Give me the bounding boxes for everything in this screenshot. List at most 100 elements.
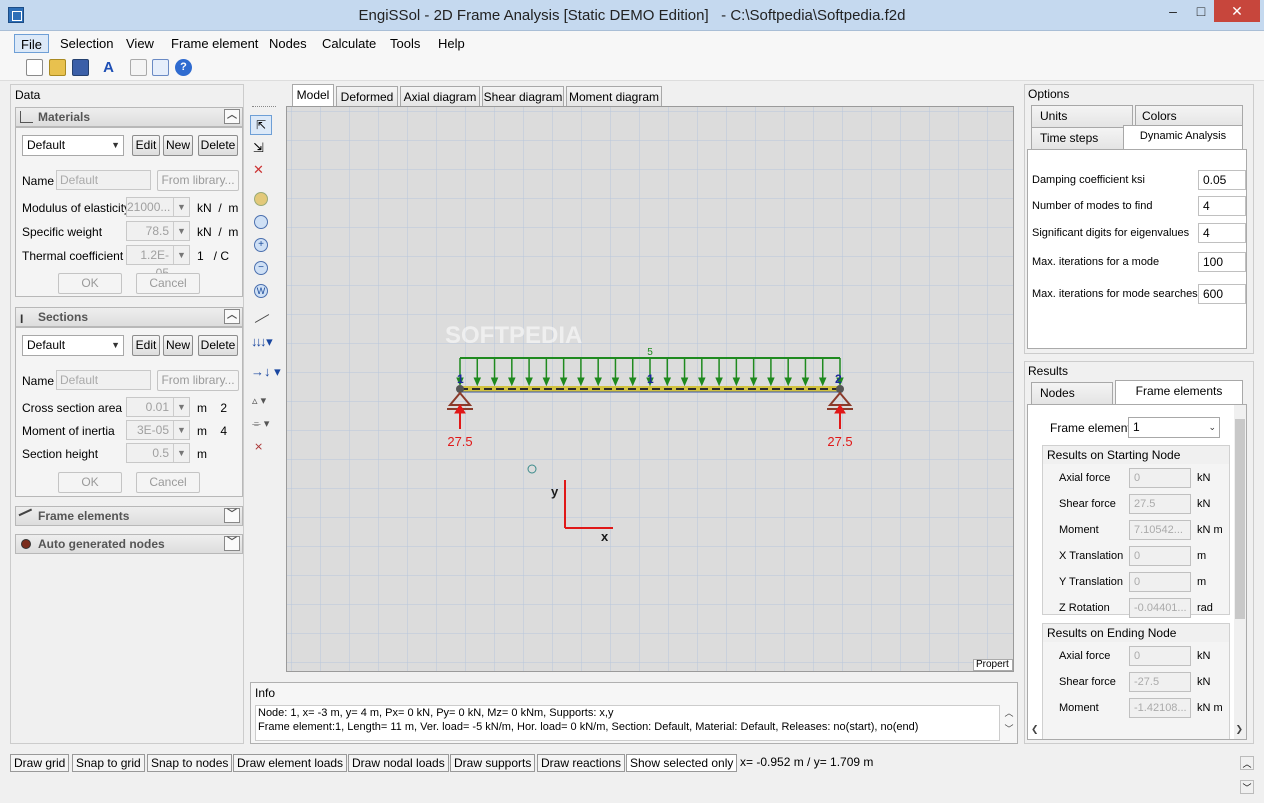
sections-cancel-button[interactable]: Cancel [136, 472, 200, 493]
snap-to-nodes-toggle[interactable]: Snap to nodes [147, 754, 233, 772]
close-button[interactable]: ✕ [1214, 0, 1260, 22]
menu-nodes[interactable]: Nodes [263, 34, 313, 53]
materials-from-library-button[interactable]: From library... [157, 170, 239, 191]
tab-moment-diagram[interactable]: Moment diagram [566, 86, 662, 108]
draw-element-loads-toggle[interactable]: Draw element loads [233, 754, 348, 772]
chart-icon[interactable] [130, 59, 147, 76]
area-field[interactable]: 0.01 ▼ [126, 397, 190, 417]
sections-combo[interactable]: Default ▼ [22, 335, 124, 356]
tab-deformed[interactable]: Deformed [336, 86, 398, 108]
result-value-field[interactable]: 27.5 [1129, 494, 1191, 514]
draw-element-icon[interactable] [254, 314, 270, 323]
draw-reactions-toggle[interactable]: Draw reactions [537, 754, 626, 772]
properties-tab[interactable]: Propert [973, 659, 1013, 671]
materials-combo[interactable]: Default ▼ [22, 135, 124, 156]
sections-new-button[interactable]: New [163, 335, 193, 356]
delete-selection-icon[interactable]: ✕ [253, 162, 264, 178]
minimize-button[interactable]: – [1158, 0, 1188, 22]
support-icon[interactable]: ▵ ▾ [252, 394, 266, 407]
frame-element-combo[interactable]: 1 ⌄ [1128, 417, 1220, 438]
nodal-load-icon[interactable]: →↓ ▾ [251, 364, 281, 380]
menu-frame-element[interactable]: Frame element [165, 34, 264, 53]
materials-delete-button[interactable]: Delete [198, 135, 238, 156]
materials-cancel-button[interactable]: Cancel [136, 273, 200, 294]
modes-field[interactable]: 4 [1198, 196, 1246, 216]
max-iter-search-field[interactable]: 600 [1198, 284, 1246, 304]
modulus-field[interactable]: 21000... ▼ [126, 197, 190, 217]
tab-units[interactable]: Units [1031, 105, 1133, 127]
materials-new-button[interactable]: New [163, 135, 193, 156]
zoom-out-icon[interactable]: − [254, 261, 268, 275]
menu-file[interactable]: File [14, 34, 49, 53]
material-name-field[interactable]: Default [56, 170, 151, 190]
select-pointer-icon[interactable]: ⇱ [250, 115, 272, 135]
status-scroll-up-icon[interactable]: ︿ [1240, 756, 1254, 770]
release-icon[interactable]: ⌯ ▾ [252, 417, 269, 431]
height-field[interactable]: 0.5 ▼ [126, 443, 190, 463]
frame-elements-header[interactable]: Frame elements ﹀ [15, 506, 243, 526]
draw-grid-toggle[interactable]: Draw grid [10, 754, 70, 772]
result-value-field[interactable]: 0 [1129, 468, 1191, 488]
max-iter-mode-field[interactable]: 100 [1198, 252, 1246, 272]
thermal-field[interactable]: 1.2E-05▼ [126, 245, 190, 280]
tab-shear-diagram[interactable]: Shear diagram [482, 86, 564, 108]
distributed-load-icon[interactable]: ↓↓↓ ▾ [251, 334, 273, 350]
inertia-field[interactable]: 3E-05 ▼ [126, 420, 190, 440]
sigdigits-field[interactable]: 4 [1198, 223, 1246, 243]
info-scrollbar[interactable]: ︿ ﹀ [1002, 705, 1016, 741]
results-scrollbar[interactable] [1234, 405, 1246, 739]
info-textbox[interactable]: Node: 1, x= -3 m, y= 4 m, Px= 0 kN, Py= … [255, 705, 1000, 741]
menu-help[interactable]: Help [432, 34, 471, 53]
tab-colors[interactable]: Colors [1135, 105, 1243, 127]
materials-header[interactable]: Materials ︿ [15, 107, 243, 127]
zoom-in-icon[interactable]: + [254, 238, 268, 252]
help-icon[interactable]: ? [175, 59, 192, 76]
results-hscrollbar[interactable]: ❮ ❯ [1029, 724, 1245, 738]
result-value-field[interactable]: 0 [1129, 546, 1191, 566]
delete-support-icon[interactable]: ⨯ [254, 440, 263, 453]
sections-edit-button[interactable]: Edit [132, 335, 160, 356]
tab-nodes[interactable]: Nodes [1031, 382, 1113, 404]
menu-tools[interactable]: Tools [384, 34, 426, 53]
result-value-field[interactable]: -0.04401... [1129, 598, 1191, 618]
result-value-field[interactable]: 7.10542... [1129, 520, 1191, 540]
materials-edit-button[interactable]: Edit [132, 135, 160, 156]
preview-icon[interactable] [152, 59, 169, 76]
new-file-icon[interactable] [26, 59, 43, 76]
model-canvas[interactable]: 5 1 2 1 27.5 27.5 y x SOFTPEDIA Propert [286, 106, 1014, 672]
pan-icon[interactable] [254, 192, 268, 206]
sections-header[interactable]: I Sections ︿ [15, 307, 243, 327]
result-value-field[interactable]: -27.5 [1129, 672, 1191, 692]
tab-axial-diagram[interactable]: Axial diagram [400, 86, 480, 108]
chevron-up-icon[interactable]: ︿ [224, 109, 240, 124]
zoom-window-icon[interactable]: W [254, 284, 268, 298]
result-value-field[interactable]: -1.42108... [1129, 698, 1191, 718]
zoom-extents-icon[interactable] [254, 215, 268, 229]
chevron-down-icon[interactable]: ﹀ [224, 536, 240, 551]
snap-to-grid-toggle[interactable]: Snap to grid [72, 754, 145, 772]
weight-field[interactable]: 78.5 ▼ [126, 221, 190, 241]
maximize-button[interactable]: □ [1186, 0, 1216, 22]
damping-field[interactable]: 0.05 [1198, 170, 1246, 190]
sections-ok-button[interactable]: OK [58, 472, 122, 493]
menu-calculate[interactable]: Calculate [316, 34, 382, 53]
show-selected-only-toggle[interactable]: Show selected only [626, 754, 738, 772]
menu-selection[interactable]: Selection [54, 34, 119, 53]
tab-model[interactable]: Model [292, 84, 334, 108]
chevron-down-icon[interactable]: ﹀ [224, 508, 240, 523]
font-icon[interactable]: A [100, 59, 117, 76]
auto-nodes-header[interactable]: Auto generated nodes ﹀ [15, 534, 243, 554]
model-drawing[interactable]: 5 1 2 1 27.5 27.5 y x SOFTPEDIA [287, 107, 1013, 671]
section-name-field[interactable]: Default [56, 370, 151, 390]
draw-nodal-loads-toggle[interactable]: Draw nodal loads [348, 754, 449, 772]
tab-frame-elements[interactable]: Frame elements [1115, 380, 1243, 404]
chevron-up-icon[interactable]: ︿ [224, 309, 240, 324]
status-scroll-down-icon[interactable]: ﹀ [1240, 780, 1254, 794]
save-icon[interactable] [72, 59, 89, 76]
menu-view[interactable]: View [120, 34, 160, 53]
open-folder-icon[interactable] [49, 59, 66, 76]
select-window-icon[interactable]: ⇲ [253, 140, 264, 156]
sections-from-library-button[interactable]: From library... [157, 370, 239, 391]
tab-dynamic-analysis[interactable]: Dynamic Analysis [1123, 125, 1243, 149]
draw-supports-toggle[interactable]: Draw supports [450, 754, 536, 772]
